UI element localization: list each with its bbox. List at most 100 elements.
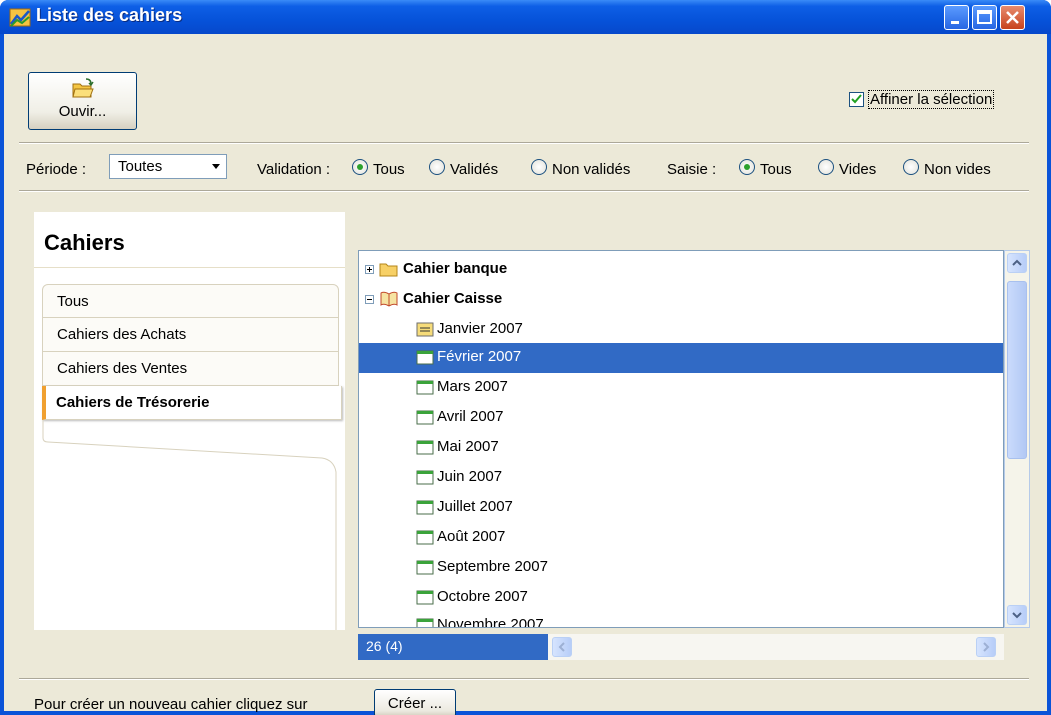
count-badge: 26 (4): [358, 634, 548, 660]
tree-item-mars-2007[interactable]: Mars 2007: [359, 373, 1003, 403]
tab-tresorerie[interactable]: Cahiers de Trésorerie: [42, 386, 342, 420]
chevron-up-icon: [1012, 259, 1022, 266]
create-button[interactable]: Créer ...: [374, 689, 456, 715]
title-bar[interactable]: Liste des cahiers: [0, 0, 1051, 34]
validation-radio-valides[interactable]: [429, 159, 445, 175]
tree-item-octobre-2007[interactable]: Octobre 2007: [359, 583, 1003, 613]
tree-label: Cahier banque: [403, 260, 508, 277]
journal-icon: [416, 350, 434, 365]
client-area: Ouvir... Affiner la sélection Période : …: [4, 34, 1047, 715]
cahiers-tabs: Tous Cahiers des Achats Cahiers des Vent…: [42, 284, 345, 630]
journal-icon: [416, 470, 434, 485]
cahiers-panel: Cahiers Tous Cahiers des Achats Cahiers …: [34, 212, 345, 630]
validation-radio-tous[interactable]: [352, 159, 368, 175]
close-icon: [1006, 11, 1019, 24]
tree-label: Février 2007: [437, 348, 522, 365]
journal-icon: [416, 590, 434, 605]
app-icon: [9, 8, 31, 27]
expand-icon[interactable]: [365, 265, 374, 274]
scroll-left-button[interactable]: [552, 637, 572, 657]
refine-checkbox[interactable]: [849, 92, 864, 107]
journal-icon: [416, 500, 434, 515]
tree-label: Janvier 2007: [437, 320, 523, 337]
maximize-button[interactable]: [972, 5, 997, 30]
folder-icon: [379, 263, 398, 277]
refine-label: Affiner la sélection: [868, 90, 995, 109]
tree-label: Août 2007: [437, 528, 506, 545]
journal-icon: [416, 380, 434, 395]
tree-item-cahier-caisse[interactable]: Cahier Caisse: [359, 285, 1003, 315]
open-button-label: Ouvir...: [58, 103, 107, 120]
tree-item-novembre-2007[interactable]: Novembre 2007: [359, 611, 1003, 627]
saisie-radio-non-vides[interactable]: [903, 159, 919, 175]
scroll-thumb[interactable]: [1007, 281, 1027, 459]
scroll-right-button[interactable]: [976, 637, 996, 657]
cahiers-tree[interactable]: Cahier banque Cahier Caisse Janvier 2007: [358, 250, 1004, 628]
tree-label: Mai 2007: [437, 438, 499, 455]
count-text: 26 (4): [366, 638, 403, 654]
chevron-left-icon: [558, 642, 565, 652]
horizontal-scrollbar[interactable]: [552, 636, 998, 658]
journal-icon: [416, 618, 434, 627]
tree-item-aout-2007[interactable]: Août 2007: [359, 523, 1003, 553]
create-button-label: Créer ...: [387, 695, 443, 712]
journal-icon: [416, 560, 434, 575]
tree-item-juillet-2007[interactable]: Juillet 2007: [359, 493, 1003, 523]
validation-option-valides[interactable]: Validés: [450, 161, 498, 178]
saisie-option-vides[interactable]: Vides: [839, 161, 876, 178]
minimize-icon: [951, 21, 959, 24]
close-button[interactable]: [1000, 5, 1025, 30]
separator: [19, 678, 1029, 680]
tree-item-janvier-2007[interactable]: Janvier 2007: [359, 315, 1003, 345]
journal-icon: [416, 440, 434, 455]
scroll-up-button[interactable]: [1007, 253, 1027, 273]
tree-label: Avril 2007: [437, 408, 504, 425]
separator: [19, 190, 1029, 192]
tab-label: Cahiers des Ventes: [57, 360, 188, 377]
window: Liste des cahiers Ouvir... Affiner la sé…: [0, 0, 1051, 715]
validation-radio-non-valides[interactable]: [531, 159, 547, 175]
minimize-button[interactable]: [944, 5, 969, 30]
tree-item-septembre-2007[interactable]: Septembre 2007: [359, 553, 1003, 583]
saisie-option-non-vides[interactable]: Non vides: [924, 161, 991, 178]
tab-ventes[interactable]: Cahiers des Ventes: [42, 352, 339, 386]
tree-item-fevrier-2007[interactable]: Février 2007: [359, 343, 1003, 373]
chevron-down-icon: [212, 164, 220, 169]
checkmark-icon: [851, 94, 862, 104]
tree-label: Juillet 2007: [437, 498, 513, 515]
separator: [19, 142, 1029, 144]
tree-item-mai-2007[interactable]: Mai 2007: [359, 433, 1003, 463]
saisie-radio-vides[interactable]: [818, 159, 834, 175]
tab-label: Cahiers des Achats: [57, 326, 187, 343]
journal-filled-icon: [416, 322, 434, 337]
saisie-radio-tous[interactable]: [739, 159, 755, 175]
tree-item-avril-2007[interactable]: Avril 2007: [359, 403, 1003, 433]
collapse-icon[interactable]: [365, 295, 374, 304]
validation-option-tous[interactable]: Tous: [373, 161, 405, 178]
tree-item-cahier-banque[interactable]: Cahier banque: [359, 255, 1003, 285]
vertical-scrollbar[interactable]: [1004, 250, 1030, 628]
saisie-option-tous[interactable]: Tous: [760, 161, 792, 178]
period-label: Période :: [26, 161, 87, 178]
open-button[interactable]: Ouvir...: [28, 72, 137, 130]
period-select[interactable]: Toutes: [109, 154, 227, 179]
tree-label: Mars 2007: [437, 378, 508, 395]
tab-label: Cahiers de Trésorerie: [56, 394, 210, 411]
validation-option-non-valides[interactable]: Non validés: [552, 161, 630, 178]
tab-achats[interactable]: Cahiers des Achats: [42, 318, 339, 352]
tree-item-juin-2007[interactable]: Juin 2007: [359, 463, 1003, 493]
tab-label: Tous: [57, 293, 89, 310]
chevron-right-icon: [983, 642, 990, 652]
open-folder-icon: [72, 78, 94, 98]
book-icon: [380, 291, 398, 307]
tree-label: Octobre 2007: [437, 588, 528, 605]
tab-tous[interactable]: Tous: [42, 284, 339, 318]
saisie-label: Saisie :: [667, 161, 717, 178]
period-select-value: Toutes: [118, 158, 163, 175]
scroll-down-button[interactable]: [1007, 605, 1027, 625]
tree-label: Cahier Caisse: [403, 290, 503, 307]
tree-status-row: 26 (4): [358, 634, 1004, 660]
cahiers-title: Cahiers: [44, 230, 125, 255]
maximize-icon: [977, 10, 992, 24]
window-title: Liste des cahiers: [36, 5, 183, 25]
